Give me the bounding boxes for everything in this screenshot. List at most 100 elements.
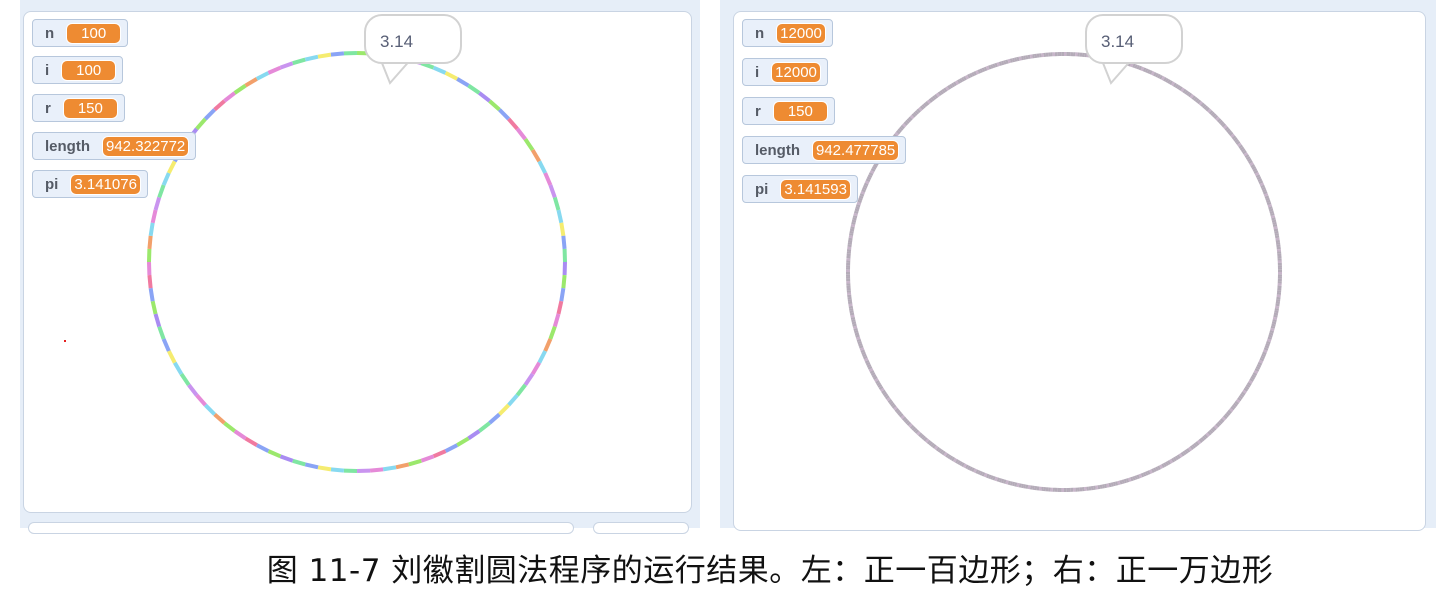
polygon-edge <box>1213 114 1219 120</box>
polygon-edge <box>1227 130 1232 135</box>
monitor-n: n 12000 <box>742 19 833 47</box>
polygon-edge <box>537 350 547 364</box>
polygon-edge <box>167 160 177 174</box>
polygon-edge <box>157 184 166 199</box>
polygon-edge <box>1234 400 1240 405</box>
polygon-edge <box>923 436 928 442</box>
polygon-edge <box>858 345 864 349</box>
polygon-edge <box>369 467 384 473</box>
polygon-edge <box>923 102 928 108</box>
polygon-edge <box>866 176 872 181</box>
right-stage[interactable]: n 12000 i 12000 r 150 length 942.477785 … <box>733 11 1426 531</box>
polygon-edge <box>906 421 912 426</box>
polygon-edge <box>1266 338 1272 343</box>
polygon-edge <box>886 397 891 402</box>
polygon-edge <box>244 436 258 447</box>
polygon-edge <box>432 65 447 75</box>
speech-bubble-text: 3.14 <box>1101 32 1135 51</box>
monitor-value: 942.322772 <box>102 135 190 157</box>
polygon-edge <box>935 446 941 452</box>
polygon-edge <box>869 170 875 174</box>
polygon-edge <box>856 338 862 343</box>
polygon-edge <box>1221 123 1227 128</box>
polygon-edge <box>1186 91 1191 96</box>
polygon-edge <box>1202 103 1207 109</box>
polygon-edge <box>900 124 905 130</box>
polygon-edge <box>1224 413 1230 418</box>
left-stage[interactable]: n 100 i 100 r 150 length 942.322772 pi 3… <box>23 11 692 513</box>
polygon-edge <box>960 462 965 467</box>
polygon-edge <box>1221 416 1227 421</box>
polygon-edge <box>1244 385 1250 390</box>
polygon-edge <box>515 383 527 397</box>
polygon-edge <box>330 467 345 473</box>
polygon-edge <box>1193 96 1198 102</box>
monitor-length: length 942.477785 <box>742 136 907 164</box>
polygon-edge <box>552 313 561 328</box>
polygon-edge <box>1140 472 1145 478</box>
figure-caption: 图 11-7 刘徽割圆法程序的运行结果。左：正一百边形；右：正一万边形 <box>266 553 1274 589</box>
monitor-i: i 12000 <box>742 58 828 86</box>
polygon-edge <box>896 130 901 135</box>
polygon-edge <box>167 350 177 364</box>
polygon-edge <box>969 72 973 78</box>
polygon-edge <box>888 400 894 405</box>
polygon-edge <box>981 67 986 73</box>
monitor-value: 3.141593 <box>780 178 851 200</box>
polygon-edge <box>941 450 946 456</box>
polygon-edge <box>1153 71 1157 77</box>
polygon-edge <box>1169 459 1173 464</box>
polygon-edge <box>994 62 998 68</box>
polygon-edge <box>1266 199 1271 204</box>
polygon-edge <box>853 327 858 332</box>
polygon-edge <box>1250 164 1256 168</box>
polygon-edge <box>930 96 935 102</box>
polygon-edge <box>1009 58 1013 63</box>
polygon-edge <box>1148 70 1153 75</box>
polygon-edge <box>1172 82 1177 88</box>
polygon-edge <box>884 395 890 400</box>
polygon-edge <box>213 99 226 112</box>
polygon-edge <box>1212 426 1217 431</box>
polygon-edge <box>990 475 994 480</box>
polygon-edge <box>150 209 158 224</box>
polygon-edge <box>1174 455 1179 461</box>
polygon-edge <box>851 219 857 223</box>
monitor-value: 150 <box>62 97 118 119</box>
polygon-edge <box>1216 118 1222 123</box>
polygon-edge <box>925 438 930 443</box>
polygon-edge <box>919 105 925 110</box>
left-polygon-drawing <box>147 51 567 473</box>
polygon-edge <box>1193 442 1198 448</box>
polygon-edge <box>478 421 491 433</box>
polygon-edge <box>279 454 294 463</box>
polygon-edge <box>561 274 567 289</box>
polygon-edge <box>898 126 904 131</box>
polygon-edge <box>223 421 236 433</box>
polygon-edge <box>851 319 856 323</box>
polygon-edge <box>1205 106 1210 112</box>
polygon-edge <box>1014 57 1018 62</box>
polygon-edge <box>530 148 541 163</box>
polygon-edge <box>1218 419 1223 425</box>
polygon-edge <box>1252 372 1258 376</box>
polygon-edge <box>1215 116 1220 121</box>
polygon-edge <box>1005 59 1009 64</box>
polygon-edge <box>1184 90 1189 95</box>
polygon-edge <box>1267 204 1273 208</box>
polygon-edge <box>862 186 867 191</box>
polygon-edge <box>1272 221 1277 225</box>
polygon-edge <box>1189 94 1194 99</box>
polygon-edge <box>1130 476 1134 482</box>
polygon-edge <box>1127 477 1132 482</box>
polygon-edge <box>1237 397 1242 402</box>
polygon-edge <box>1263 193 1269 197</box>
polygon-edge <box>1248 160 1253 165</box>
polygon-edge <box>1245 383 1251 388</box>
monitor-label: n <box>45 24 55 42</box>
polygon-edge <box>187 383 199 397</box>
polygon-edge <box>543 172 553 186</box>
left-bottom-pane-2 <box>593 522 689 534</box>
polygon-edge <box>908 116 913 121</box>
polygon-edge <box>1250 376 1256 380</box>
